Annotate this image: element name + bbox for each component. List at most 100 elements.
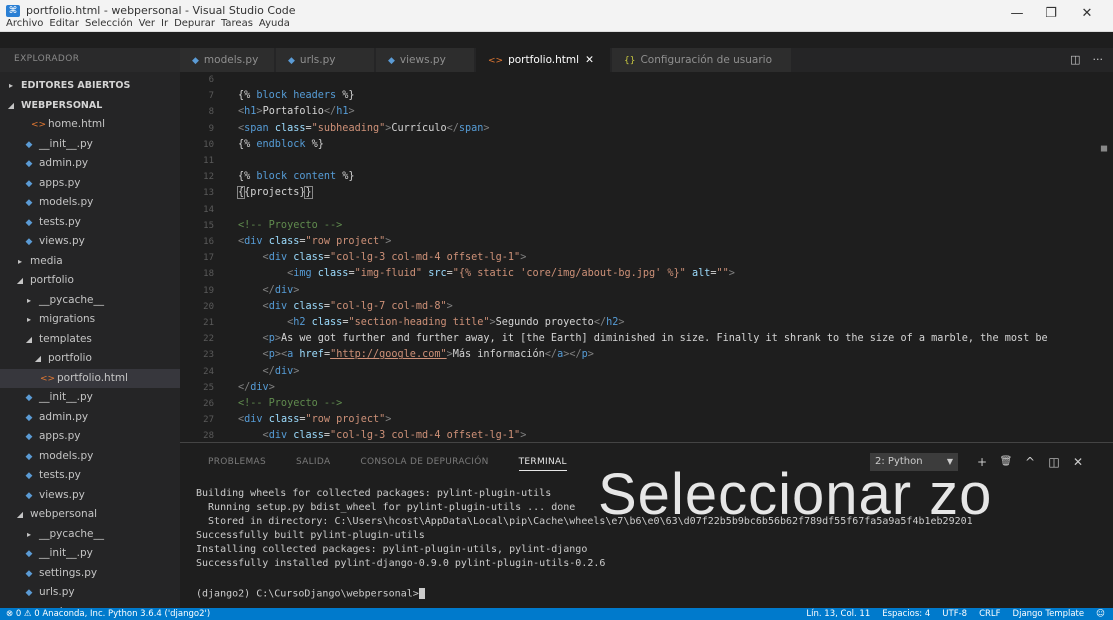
prompt-text: (django2) C:\CursoDjango\webpersonal> — [196, 588, 419, 600]
menu-item-4[interactable]: Ir — [161, 18, 168, 31]
tab-views-py[interactable]: ◆ views.py — [376, 48, 475, 72]
status-item[interactable]: Lín. 13, Col. 11 — [806, 608, 870, 620]
code-line[interactable]: 23 <p><a href="http://google.com">Más in… — [180, 347, 1113, 363]
code-line[interactable]: 6 — [180, 72, 1113, 88]
menu-item-3[interactable]: Ver — [139, 18, 155, 31]
tree-item-label: views.py — [39, 488, 85, 501]
menu-item-6[interactable]: Tareas — [221, 18, 253, 31]
line-content: {% block headers %} — [238, 88, 355, 104]
code-line[interactable]: 19 </div> — [180, 283, 1113, 299]
maximize-panel-icon[interactable]: ^ — [1022, 453, 1038, 471]
tab-portfolio-html[interactable]: <> portfolio.html ✕ — [476, 48, 611, 72]
status-item[interactable]: UTF-8 — [942, 608, 967, 620]
code-line[interactable]: 10 {% endblock %} — [180, 137, 1113, 153]
tree-item[interactable]: ◆ admin.py — [0, 154, 180, 174]
code-token: "http://google.com" — [330, 349, 447, 361]
code-line[interactable]: 21 <h2 class="section-heading title">Seg… — [180, 315, 1113, 331]
maximize-button[interactable]: ❐ — [1034, 4, 1068, 24]
panel-tab-consola-de-depuraci-n[interactable]: CONSOLA DE DEPURACIÓN — [360, 457, 488, 471]
tree-item[interactable]: ◆ __init__.py — [0, 388, 180, 408]
tree-item[interactable]: <> portfolio.html — [0, 368, 180, 388]
line-number: 24 — [203, 366, 214, 377]
code-line[interactable]: 28 <div class="col-lg-3 col-md-4 offset-… — [180, 428, 1113, 442]
tree-item[interactable]: ◢ WEBPERSONAL — [0, 96, 180, 116]
status-left[interactable]: ⊗ 0 ⚠ 0 Anaconda, Inc. Python 3.6.4 ('dj… — [6, 608, 210, 620]
tab-configuraci-n-de-usuario[interactable]: {} Configuración de usuario — [612, 48, 792, 72]
more-actions-icon[interactable]: ··· — [1093, 48, 1104, 72]
tree-item[interactable]: ◆ urls.py — [0, 583, 180, 603]
tree-item[interactable]: ◆ apps.py — [0, 174, 180, 194]
menu-item-0[interactable]: Archivo — [6, 18, 43, 31]
close-icon[interactable]: ✕ — [585, 48, 594, 72]
code-token: </ — [323, 106, 337, 118]
menu-item-7[interactable]: Ayuda — [259, 18, 290, 31]
tree-item[interactable]: <> home.html — [0, 115, 180, 135]
code-line[interactable]: 9 <span class="subheading">Currículo</spa… — [180, 121, 1113, 137]
tree-item[interactable]: ◆ settings.py — [0, 564, 180, 584]
tab-label: models.py — [203, 54, 259, 66]
code-line[interactable]: 27 <div class="row project"> — [180, 412, 1113, 428]
code-line[interactable]: 18 <img class="img-fluid" src="{% static… — [180, 266, 1113, 282]
tree-item[interactable]: ◆ admin.py — [0, 408, 180, 428]
tree-item[interactable]: ◢ portfolio — [0, 349, 180, 369]
close-window-button[interactable]: ✕ — [1070, 4, 1104, 24]
code-line[interactable]: 20 <div class="col-lg-7 col-md-8"> — [180, 299, 1113, 315]
tree-item[interactable]: ◆ apps.py — [0, 427, 180, 447]
tree-item[interactable]: ▸ EDITORES ABIERTOS — [0, 76, 180, 96]
tree-item[interactable]: ◆ __init__.py — [0, 135, 180, 155]
code-line[interactable]: 11 — [180, 153, 1113, 169]
tree-item[interactable]: ◆ tests.py — [0, 213, 180, 233]
tree-item[interactable]: ◆ views.py — [0, 486, 180, 506]
terminal-prompt[interactable]: (django2) C:\CursoDjango\webpersonal> — [196, 588, 425, 600]
code-line[interactable]: 22 <p>As we got further and further away… — [180, 331, 1113, 347]
panel-tab-problemas[interactable]: PROBLEMAS — [208, 457, 266, 471]
code-line[interactable]: 17 <div class="col-lg-3 col-md-4 offset-… — [180, 250, 1113, 266]
menu-item-2[interactable]: Selección — [85, 18, 133, 31]
tree-item[interactable]: ◆ models.py — [0, 447, 180, 467]
code-line[interactable]: 14 — [180, 202, 1113, 218]
tree-item[interactable]: ▸ __pycache__ — [0, 291, 180, 311]
panel-tab-terminal[interactable]: TERMINAL — [518, 457, 567, 471]
tree-item[interactable]: ◆ tests.py — [0, 466, 180, 486]
tree-item[interactable]: ◆ views.py — [0, 232, 180, 252]
tab-urls-py[interactable]: ◆ urls.py — [276, 48, 375, 72]
code-token: } — [304, 186, 313, 200]
code-line[interactable]: 12 {% block content %} — [180, 169, 1113, 185]
tree-item[interactable]: ◢ templates — [0, 330, 180, 350]
code-token: > — [587, 349, 594, 361]
chevron-down-icon: ◢ — [16, 510, 24, 519]
code-token: Segundo proyecto — [495, 317, 594, 328]
status-item[interactable]: Django Template — [1013, 608, 1085, 620]
status-item[interactable]: Espacios: 4 — [882, 608, 930, 620]
close-panel-icon[interactable]: ✕ — [1070, 453, 1086, 471]
code-line[interactable]: 16 <div class="row project"> — [180, 234, 1113, 250]
panel-tab-salida[interactable]: SALIDA — [296, 457, 330, 471]
tree-item[interactable]: ◢ webpersonal — [0, 505, 180, 525]
trash-icon[interactable]: 🗑 — [998, 453, 1014, 471]
code-line[interactable]: 26 <!-- Proyecto --> — [180, 396, 1113, 412]
code-line[interactable]: 25 </div> — [180, 380, 1113, 396]
tree-item[interactable]: ◢ portfolio — [0, 271, 180, 291]
tree-item[interactable]: ▸ __pycache__ — [0, 525, 180, 545]
menu-item-1[interactable]: Editar — [49, 18, 79, 31]
menu-item-5[interactable]: Depurar — [174, 18, 215, 31]
split-editor-icon[interactable]: ◫ — [1070, 48, 1080, 72]
tree-item[interactable]: ▸ media — [0, 252, 180, 272]
code-line[interactable]: 13 {{projects}} — [180, 185, 1113, 201]
line-number: 20 — [203, 301, 214, 312]
window-title: portfolio.html - webpersonal - Visual St… — [26, 4, 296, 17]
code-line[interactable]: 24 </div> — [180, 364, 1113, 380]
feedback-icon[interactable]: ☺ — [1096, 608, 1105, 620]
split-terminal-icon[interactable]: ◫ — [1046, 453, 1062, 471]
code-line[interactable]: 15 <!-- Proyecto --> — [180, 218, 1113, 234]
code-line[interactable]: 8 <h1>Portafolio</h1> — [180, 104, 1113, 120]
tab-models-py[interactable]: ◆ models.py — [180, 48, 275, 72]
code-line[interactable]: 7 {% block headers %} — [180, 88, 1113, 104]
minimize-button[interactable]: — — [1000, 4, 1034, 24]
tree-item[interactable]: ◆ __init__.py — [0, 544, 180, 564]
tree-item[interactable]: ◆ models.py — [0, 193, 180, 213]
status-item[interactable]: CRLF — [979, 608, 1000, 620]
tree-item[interactable]: ▸ migrations — [0, 310, 180, 330]
code-editor[interactable]: ▀ 6 7 {% block headers %} 8 <h1>Portafolio</… — [180, 72, 1113, 442]
